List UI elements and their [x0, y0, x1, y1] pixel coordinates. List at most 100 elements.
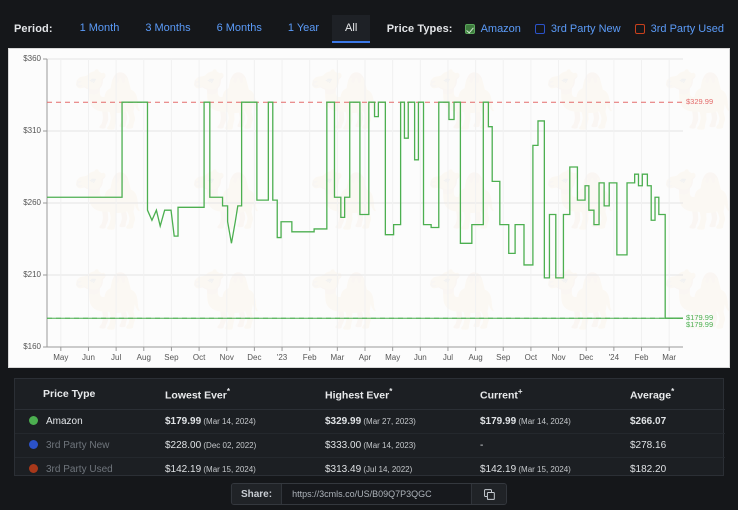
svg-text:🐪: 🐪: [426, 165, 498, 233]
y-axis-tick-label: $260: [9, 198, 41, 207]
checkbox-checked-icon[interactable]: [465, 24, 475, 34]
period-tab-6-months[interactable]: 6 Months: [204, 15, 275, 43]
header-highest-ever-text: Highest Ever: [325, 390, 389, 402]
cell-lowest-ever-value: $228.00: [165, 440, 201, 451]
chart-annotation-label: $179.99: [686, 320, 713, 329]
cell-average-value: $266.07: [630, 416, 666, 427]
period-tab-label: 3 Months: [145, 22, 190, 34]
cell-highest-ever-date: (Mar 14, 2023): [361, 441, 416, 450]
header-lowest-ever-text: Lowest Ever: [165, 390, 227, 402]
price-summary-table: Price Type Lowest Ever* Highest Ever* Cu…: [14, 378, 724, 476]
period-tab-all[interactable]: All: [332, 15, 370, 43]
svg-text:🐪: 🐪: [190, 165, 262, 233]
copy-button[interactable]: [472, 484, 506, 504]
svg-text:🐪: 🐪: [190, 65, 262, 133]
header-average-sup: *: [671, 387, 674, 396]
header-average-text: Average: [630, 390, 671, 402]
price-history-widget: Period: 1 Month 3 Months 6 Months 1 Year All…: [0, 0, 738, 510]
cell-price-type: 3rd Party New: [15, 433, 165, 457]
table-header-row: Price Type Lowest Ever* Highest Ever* Cu…: [15, 379, 725, 409]
share-bar: Share: https://3cmls.co/US/B09Q7P3QGC: [231, 483, 507, 505]
price-history-chart[interactable]: 🐪🐪🐪🐪🐪🐪🐪🐪🐪🐪🐪🐪🐪🐪🐪🐪🐪🐪 $160$210$260$310$360M…: [8, 48, 730, 368]
header-current-text: Current: [480, 390, 518, 402]
cell-current-date: (Mar 15, 2024): [516, 465, 571, 474]
price-type-checkbox-list: Amazon 3rd Party New 3rd Party Used: [465, 23, 724, 35]
price-type-label: 3rd Party Used: [651, 23, 724, 35]
cell-average: $182.20: [630, 457, 725, 481]
cell-highest-ever: $313.49 (Jul 14, 2022): [325, 457, 480, 481]
period-label: Period:: [14, 23, 53, 35]
share-url-field[interactable]: https://3cmls.co/US/B09Q7P3QGC: [282, 484, 472, 504]
cell-highest-ever-date: (Jul 14, 2022): [361, 465, 412, 474]
cell-lowest-ever-date: (Mar 14, 2024): [201, 417, 256, 426]
price-type-amazon[interactable]: Amazon: [465, 23, 521, 35]
cell-highest-ever-value: $313.49: [325, 464, 361, 475]
cell-price-type: Amazon: [15, 409, 165, 433]
cell-average-value: $182.20: [630, 464, 666, 475]
chart-canvas[interactable]: 🐪🐪🐪🐪🐪🐪🐪🐪🐪🐪🐪🐪🐪🐪🐪🐪🐪🐪: [9, 49, 730, 368]
checkbox-unchecked-icon[interactable]: [535, 24, 545, 34]
cell-price-type: 3rd Party Used: [15, 457, 165, 481]
y-axis-tick-label: $160: [9, 342, 41, 351]
cell-current-date: (Mar 14, 2024): [516, 417, 571, 426]
cell-lowest-ever: $228.00 (Dec 02, 2022): [165, 433, 325, 457]
chart-toolbar: Period: 1 Month 3 Months 6 Months 1 Year All…: [0, 12, 738, 46]
cell-lowest-ever: $179.99 (Mar 14, 2024): [165, 409, 325, 433]
price-type-name: 3rd Party Used: [46, 464, 113, 475]
series-color-dot: [29, 416, 38, 425]
copy-icon: [483, 488, 496, 501]
cell-current: $179.99 (Mar 14, 2024): [480, 409, 630, 433]
header-lowest-ever-sup: *: [227, 387, 230, 396]
period-tab-3-months[interactable]: 3 Months: [132, 15, 203, 43]
y-axis-tick-label: $360: [9, 54, 41, 63]
period-tab-label: 1 Year: [288, 22, 319, 34]
price-type-3rd-party-used[interactable]: 3rd Party Used: [635, 23, 724, 35]
price-type-label: 3rd Party New: [551, 23, 621, 35]
cell-average: $266.07: [630, 409, 725, 433]
period-tab-1-month[interactable]: 1 Month: [67, 15, 133, 43]
header-highest-ever-sup: *: [389, 387, 392, 396]
cell-lowest-ever-value: $179.99: [165, 416, 201, 427]
table-row[interactable]: Amazon$179.99 (Mar 14, 2024)$329.99 (Mar…: [15, 409, 725, 433]
svg-text:🐪: 🐪: [72, 65, 144, 133]
cell-lowest-ever: $142.19 (Mar 15, 2024): [165, 457, 325, 481]
period-tab-label: 6 Months: [217, 22, 262, 34]
svg-text:🐪: 🐪: [662, 165, 730, 233]
header-current: Current+: [480, 379, 630, 409]
cell-current-value: $142.19: [480, 464, 516, 475]
cell-current: -: [480, 433, 630, 457]
table-body: Amazon$179.99 (Mar 14, 2024)$329.99 (Mar…: [15, 409, 725, 481]
price-type-selector: Price Types: Amazon 3rd Party New 3rd Part…: [387, 23, 724, 35]
cell-current-value: -: [480, 440, 483, 451]
period-tab-label: All: [345, 22, 357, 34]
price-type-name: 3rd Party New: [46, 440, 109, 451]
header-price-type: Price Type: [15, 379, 165, 409]
period-selector: Period: 1 Month 3 Months 6 Months 1 Year All: [14, 15, 370, 43]
series-color-dot: [29, 440, 38, 449]
svg-text:🐪: 🐪: [544, 165, 616, 233]
checkbox-unchecked-icon[interactable]: [635, 24, 645, 34]
cell-lowest-ever-date: (Dec 02, 2022): [201, 441, 256, 450]
share-label: Share:: [232, 484, 282, 504]
cell-highest-ever-date: (Mar 27, 2023): [361, 417, 416, 426]
cell-lowest-ever-value: $142.19: [165, 464, 201, 475]
cell-average: $278.16: [630, 433, 725, 457]
header-lowest-ever: Lowest Ever*: [165, 379, 325, 409]
x-axis-tick-label: Mar: [653, 353, 685, 362]
period-tab-1-year[interactable]: 1 Year: [275, 15, 332, 43]
cell-highest-ever-value: $329.99: [325, 416, 361, 427]
table-row[interactable]: 3rd Party Used$142.19 (Mar 15, 2024)$313…: [15, 457, 725, 481]
cell-lowest-ever-date: (Mar 15, 2024): [201, 465, 256, 474]
y-axis-tick-label: $210: [9, 270, 41, 279]
price-type-3rd-party-new[interactable]: 3rd Party New: [535, 23, 621, 35]
price-types-label: Price Types:: [387, 23, 453, 35]
price-type-label: Amazon: [481, 23, 521, 35]
period-tab-label: 1 Month: [80, 22, 120, 34]
header-highest-ever: Highest Ever*: [325, 379, 480, 409]
cell-current: $142.19 (Mar 15, 2024): [480, 457, 630, 481]
cell-highest-ever-value: $333.00: [325, 440, 361, 451]
cell-current-value: $179.99: [480, 416, 516, 427]
header-current-sup: +: [518, 387, 523, 396]
table-row[interactable]: 3rd Party New$228.00 (Dec 02, 2022)$333.…: [15, 433, 725, 457]
chart-annotation-label: $329.99: [686, 97, 713, 106]
